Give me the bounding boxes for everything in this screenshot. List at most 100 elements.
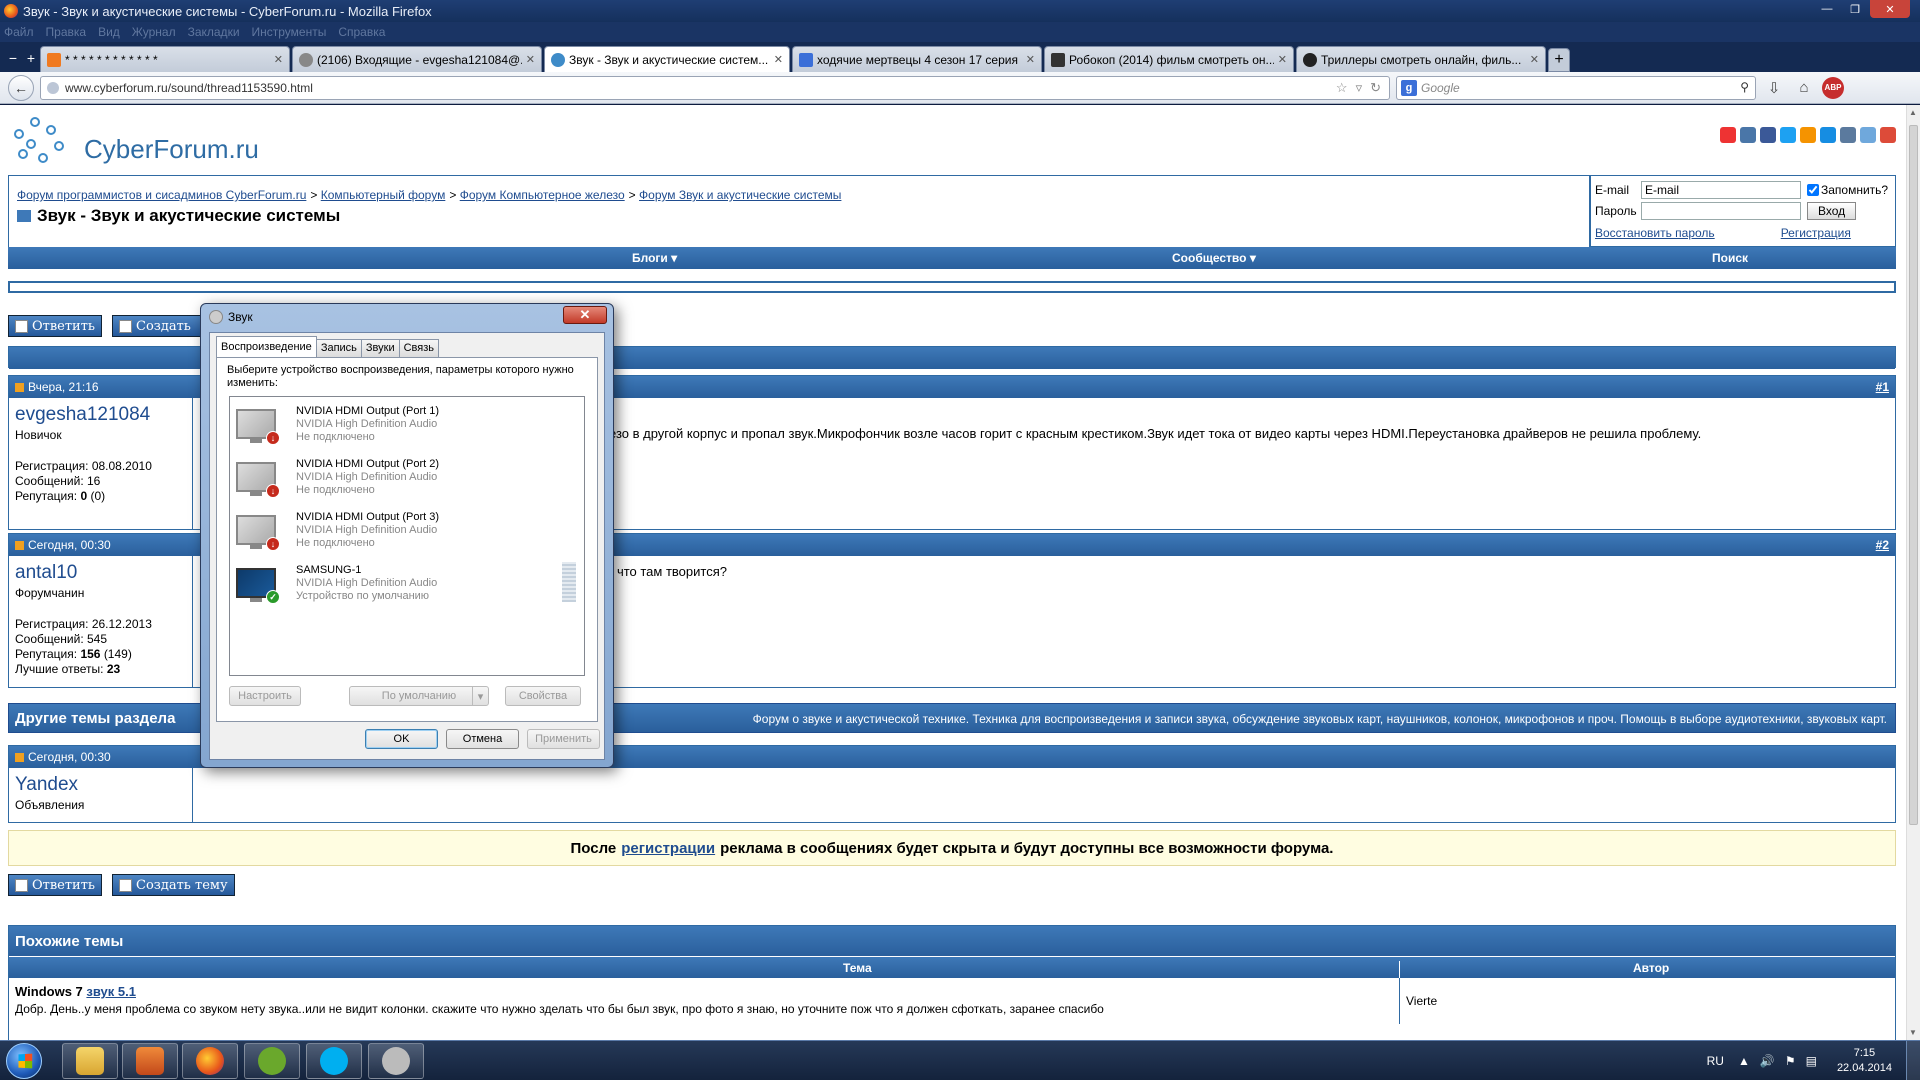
taskbar-explorer[interactable]: [62, 1043, 118, 1079]
magnifier-icon[interactable]: ⚲: [1740, 80, 1749, 94]
menu-tools[interactable]: Инструменты: [252, 25, 327, 39]
breadcrumb-link[interactable]: Компьютерный форум: [321, 188, 446, 202]
tab-5[interactable]: Робокоп (2014) фильм смотреть он... ✕: [1044, 46, 1294, 72]
remember-checkbox[interactable]: [1807, 184, 1819, 196]
username-link[interactable]: antal10: [15, 562, 186, 584]
topic-link[interactable]: звук 5.1: [86, 984, 136, 999]
apply-button[interactable]: Применить: [527, 729, 600, 749]
twitter-icon[interactable]: [1780, 127, 1796, 143]
tab-1[interactable]: * * * * * * * * * * * * ✕: [40, 46, 290, 72]
tab-playback[interactable]: Воспроизведение: [216, 336, 317, 357]
volume-icon[interactable]: 🔊: [1760, 1054, 1775, 1068]
reload-icon[interactable]: ↻: [1370, 80, 1381, 96]
taskbar-sound-control[interactable]: [368, 1043, 424, 1079]
tab-2[interactable]: (2106) Входящие - evgesha121084@... ✕: [292, 46, 542, 72]
start-button[interactable]: [6, 1043, 42, 1079]
download-icon[interactable]: ⇩: [1762, 76, 1786, 100]
post-number-link[interactable]: #1: [1876, 380, 1889, 394]
register-link[interactable]: Регистрация: [1781, 226, 1851, 240]
network-icon[interactable]: ▤: [1806, 1054, 1817, 1068]
create-topic-button[interactable]: Создать тему: [112, 874, 235, 896]
dropdown-icon[interactable]: ▿: [1356, 80, 1363, 96]
livejournal-icon[interactable]: [1840, 127, 1856, 143]
menu-bookmarks[interactable]: Закладки: [188, 25, 240, 39]
tab-close-icon[interactable]: ✕: [774, 53, 783, 66]
menu-view[interactable]: Вид: [98, 25, 120, 39]
language-indicator[interactable]: RU: [1707, 1054, 1724, 1068]
ok-button[interactable]: OK: [365, 729, 438, 749]
breadcrumb-link[interactable]: Форум Компьютерное железо: [460, 188, 625, 202]
facebook-icon[interactable]: [1760, 127, 1776, 143]
restore-password-link[interactable]: Восстановить пароль: [1595, 226, 1715, 240]
google-search-icon[interactable]: g: [1401, 79, 1417, 96]
tab-close-icon[interactable]: ✕: [1530, 53, 1539, 66]
odnoklassniki-icon[interactable]: [1800, 127, 1816, 143]
tray-expand-icon[interactable]: ▲: [1738, 1054, 1750, 1068]
breadcrumb-link[interactable]: Форум программистов и сисадминов CyberFo…: [17, 188, 306, 202]
home-icon[interactable]: ⌂: [1792, 76, 1816, 100]
menu-help[interactable]: Справка: [338, 25, 385, 39]
configure-button[interactable]: Настроить: [229, 686, 301, 706]
device-item[interactable]: ↓ NVIDIA HDMI Output (Port 2) NVIDIA Hig…: [230, 454, 570, 504]
scroll-up-icon[interactable]: ▲: [1909, 108, 1917, 117]
reply-button-bottom[interactable]: Ответить: [8, 874, 102, 896]
tab-4[interactable]: ходячие мертвецы 4 сезон 17 серия ... ✕: [792, 46, 1042, 72]
nav-community[interactable]: Сообщество ▾: [1172, 251, 1256, 265]
nav-search[interactable]: Поиск: [1712, 251, 1748, 265]
login-button[interactable]: Вход: [1807, 202, 1857, 220]
tab-close-icon[interactable]: ✕: [1026, 53, 1035, 66]
post-number-link[interactable]: #2: [1876, 538, 1889, 552]
dialog-close-button[interactable]: ✕: [563, 306, 607, 324]
menu-edit[interactable]: Правка: [46, 25, 87, 39]
tab-communications[interactable]: Связь: [398, 339, 440, 357]
username-link[interactable]: evgesha121084: [15, 404, 186, 426]
password-field[interactable]: [1641, 202, 1801, 220]
breadcrumb-link[interactable]: Форум Звук и акустические системы: [639, 188, 841, 202]
clock[interactable]: 7:15 22.04.2014: [1837, 1046, 1892, 1076]
email-field[interactable]: [1641, 181, 1801, 199]
site-logo[interactable]: CyberForum.ru: [10, 115, 259, 170]
device-item[interactable]: ↓ NVIDIA HDMI Output (Port 1) NVIDIA Hig…: [230, 401, 570, 451]
googleplus-icon[interactable]: [1880, 127, 1896, 143]
social-icon[interactable]: [1860, 127, 1876, 143]
taskbar-utorrent[interactable]: [244, 1043, 300, 1079]
taskbar-media-player[interactable]: [122, 1043, 178, 1079]
maximize-button[interactable]: ❐: [1842, 0, 1868, 18]
tab-list-plus-icon[interactable]: +: [22, 44, 40, 72]
chevron-down-icon[interactable]: ▾: [472, 687, 488, 705]
registration-link[interactable]: регистрации: [621, 840, 715, 857]
adblock-icon[interactable]: ABP: [1822, 76, 1844, 99]
tab-3-active[interactable]: Звук - Звук и акустические систем... ✕: [544, 46, 790, 72]
device-item-default[interactable]: ✓ SAMSUNG-1 NVIDIA High Definition Audio…: [230, 560, 576, 610]
properties-button[interactable]: Свойства: [505, 686, 581, 706]
tab-close-icon[interactable]: ✕: [1278, 53, 1287, 66]
page-scrollbar[interactable]: ▲ ▼: [1906, 105, 1920, 1040]
scroll-thumb[interactable]: [1909, 125, 1918, 825]
action-center-flag-icon[interactable]: ⚑: [1785, 1054, 1796, 1068]
back-arrow-icon[interactable]: ←: [8, 74, 34, 101]
tab-list-minus-icon[interactable]: −: [4, 44, 22, 72]
create-topic-button-top[interactable]: Создать: [112, 315, 204, 337]
reply-button[interactable]: Ответить: [8, 315, 102, 337]
menu-history[interactable]: Журнал: [132, 25, 176, 39]
set-default-button[interactable]: По умолчанию ▾: [349, 686, 489, 706]
minimize-button[interactable]: —: [1814, 0, 1840, 18]
show-desktop-button[interactable]: [1906, 1041, 1920, 1080]
nav-blogs[interactable]: Блоги ▾: [632, 251, 677, 265]
search-input[interactable]: g Google ⚲: [1396, 75, 1756, 100]
tab-6[interactable]: Триллеры смотреть онлайн, филь... ✕: [1296, 46, 1546, 72]
vk-icon[interactable]: [1740, 127, 1756, 143]
new-tab-button[interactable]: +: [1548, 48, 1570, 72]
tab-close-icon[interactable]: ✕: [274, 53, 283, 66]
device-item[interactable]: ↓ NVIDIA HDMI Output (Port 3) NVIDIA Hig…: [230, 507, 570, 557]
mailru-icon[interactable]: [1820, 127, 1836, 143]
taskbar-skype[interactable]: [306, 1043, 362, 1079]
tab-sounds[interactable]: Звуки: [360, 339, 400, 357]
close-window-button[interactable]: ✕: [1870, 0, 1910, 18]
bookmark-star-icon[interactable]: ☆: [1336, 80, 1348, 96]
menu-file[interactable]: Файл: [4, 25, 34, 39]
scroll-down-icon[interactable]: ▼: [1909, 1028, 1917, 1037]
tab-close-icon[interactable]: ✕: [526, 53, 535, 66]
tab-recording[interactable]: Запись: [315, 339, 362, 357]
url-bar[interactable]: www.cyberforum.ru/sound/thread1153590.ht…: [40, 75, 1390, 100]
